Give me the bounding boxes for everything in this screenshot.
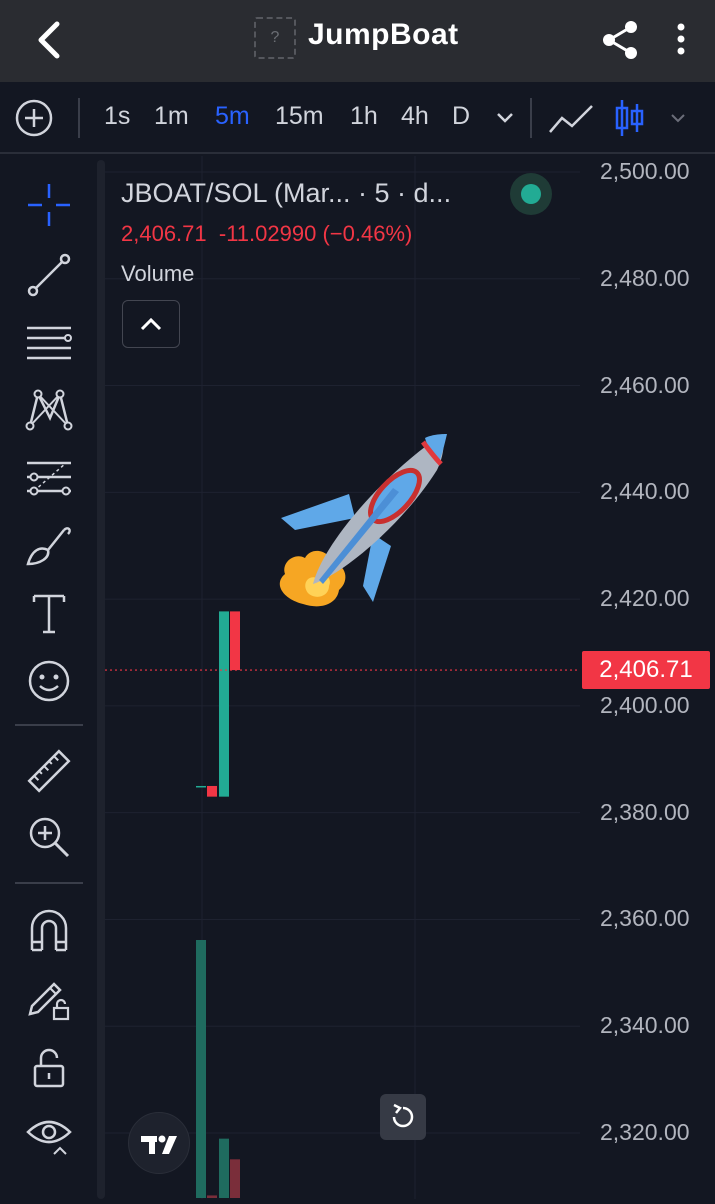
- more-vertical-icon: [677, 23, 685, 55]
- volume-bar: [207, 1195, 217, 1198]
- price-axis-label: 2,480.00: [600, 264, 690, 291]
- candles-chart-type-button[interactable]: [612, 96, 646, 145]
- market-status-indicator[interactable]: [510, 173, 552, 215]
- price-change-percent: (−0.46%): [322, 221, 413, 246]
- trend-line-tool[interactable]: [24, 250, 74, 300]
- page-title: JumpBoat: [308, 18, 459, 51]
- pencil-lock-icon: [28, 982, 70, 1021]
- chevron-left-icon: [38, 21, 60, 59]
- candle: [207, 785, 217, 797]
- price-change-legend: 2,406.71 -11.02990 (−0.46%): [121, 221, 412, 247]
- lock-all-tool[interactable]: [24, 1042, 74, 1092]
- tools-divider: [15, 882, 83, 884]
- emoji-tool[interactable]: [24, 656, 74, 706]
- trend-line-icon: [27, 253, 71, 297]
- fib-icon: [27, 461, 71, 496]
- price-axis-label: 2,500.00: [600, 158, 690, 184]
- chevron-down-icon: [671, 114, 685, 123]
- chart-type-dropdown[interactable]: [668, 108, 688, 133]
- lock-icon: [33, 1048, 65, 1088]
- volume-legend[interactable]: Volume: [121, 261, 194, 287]
- chevron-down-icon: [497, 113, 513, 123]
- brush-tool[interactable]: [24, 520, 74, 570]
- fib-retracement-tool[interactable]: [24, 452, 74, 502]
- toolbar-divider: [530, 98, 532, 138]
- interval-5m[interactable]: 5m: [215, 102, 250, 131]
- crosshair-tool[interactable]: [24, 180, 74, 230]
- volume-bar: [219, 1138, 229, 1198]
- share-icon: [603, 21, 637, 59]
- interval-1h[interactable]: 1h: [350, 102, 378, 131]
- candle: [219, 611, 229, 797]
- zoom-in-icon: [29, 817, 70, 858]
- price-change-value: -11.02990: [218, 221, 317, 246]
- interval-dropdown[interactable]: [494, 106, 516, 133]
- crosshair-icon: [28, 184, 70, 226]
- interval-1d[interactable]: D: [452, 102, 470, 131]
- chevron-up-icon: [140, 317, 162, 331]
- price-axis-label: 2,380.00: [600, 798, 690, 825]
- brush-icon: [26, 527, 71, 566]
- price-axis-label: 2,420.00: [600, 585, 690, 612]
- emoji-icon: [28, 660, 70, 702]
- drawing-toolbar: [0, 156, 97, 1199]
- rocket-emoji: [279, 434, 447, 607]
- hide-drawings-tool[interactable]: [24, 1110, 74, 1160]
- candlestick-icon: [615, 100, 644, 136]
- tools-divider: [15, 724, 83, 726]
- toolbar-scroll-track: [97, 160, 105, 1199]
- price-axis-label: 2,460.00: [600, 371, 690, 398]
- magnet-icon: [30, 909, 68, 952]
- symbol-legend[interactable]: JBOAT/SOL (Mar... · 5 · d...: [121, 178, 451, 209]
- line-chart-type-button[interactable]: [548, 102, 594, 141]
- price-axis-label: 2,340.00: [600, 1012, 690, 1039]
- app-header: ? JumpBoat: [0, 0, 715, 82]
- candle: [230, 611, 240, 671]
- text-icon: [32, 594, 66, 634]
- text-tool[interactable]: [24, 588, 74, 638]
- back-button[interactable]: [30, 18, 70, 62]
- volume-bar: [230, 1159, 240, 1198]
- collapse-legend-button[interactable]: [122, 300, 180, 348]
- plus-circle-icon: [15, 99, 53, 137]
- tradingview-logo[interactable]: [128, 1112, 190, 1174]
- add-symbol-button[interactable]: [14, 98, 54, 138]
- last-price-tag: 2,406.71: [582, 651, 710, 689]
- eye-icon: [26, 1120, 72, 1155]
- parallel-lines-icon: [27, 326, 72, 360]
- token-image-placeholder: ?: [254, 17, 296, 59]
- parallel-lines-tool[interactable]: [24, 318, 74, 368]
- chart-toolbar: 1s 1m 5m 15m 1h 4h D: [0, 82, 715, 154]
- candle: [196, 785, 206, 788]
- interval-1m[interactable]: 1m: [154, 102, 189, 131]
- tradingview-logo-icon: [141, 1135, 177, 1154]
- price-axis-label: 2,360.00: [600, 905, 690, 932]
- zoom-in-tool[interactable]: [24, 812, 74, 862]
- pattern-tool[interactable]: [24, 384, 74, 434]
- ruler-icon: [27, 749, 71, 793]
- volume-bar: [196, 940, 206, 1198]
- interval-4h[interactable]: 4h: [401, 102, 429, 131]
- refresh-icon: [392, 1103, 414, 1128]
- reset-chart-button[interactable]: [380, 1094, 426, 1140]
- price-axis-label: 2,400.00: [600, 691, 690, 718]
- share-button[interactable]: [598, 18, 642, 62]
- lock-drawings-tool[interactable]: [24, 974, 74, 1024]
- line-chart-icon: [549, 105, 593, 133]
- interval-1s[interactable]: 1s: [104, 102, 130, 131]
- market-open-dot: [521, 184, 541, 204]
- measure-tool[interactable]: [24, 746, 74, 796]
- price-axis-label: 2,320.00: [600, 1119, 690, 1145]
- magnet-tool[interactable]: [24, 906, 74, 956]
- price-axis-label: 2,440.00: [600, 478, 690, 505]
- pattern-icon: [25, 389, 73, 431]
- toolbar-divider: [78, 98, 80, 138]
- last-price-value: 2,406.71: [121, 221, 207, 246]
- more-button[interactable]: [668, 18, 694, 62]
- interval-15m[interactable]: 15m: [275, 102, 324, 131]
